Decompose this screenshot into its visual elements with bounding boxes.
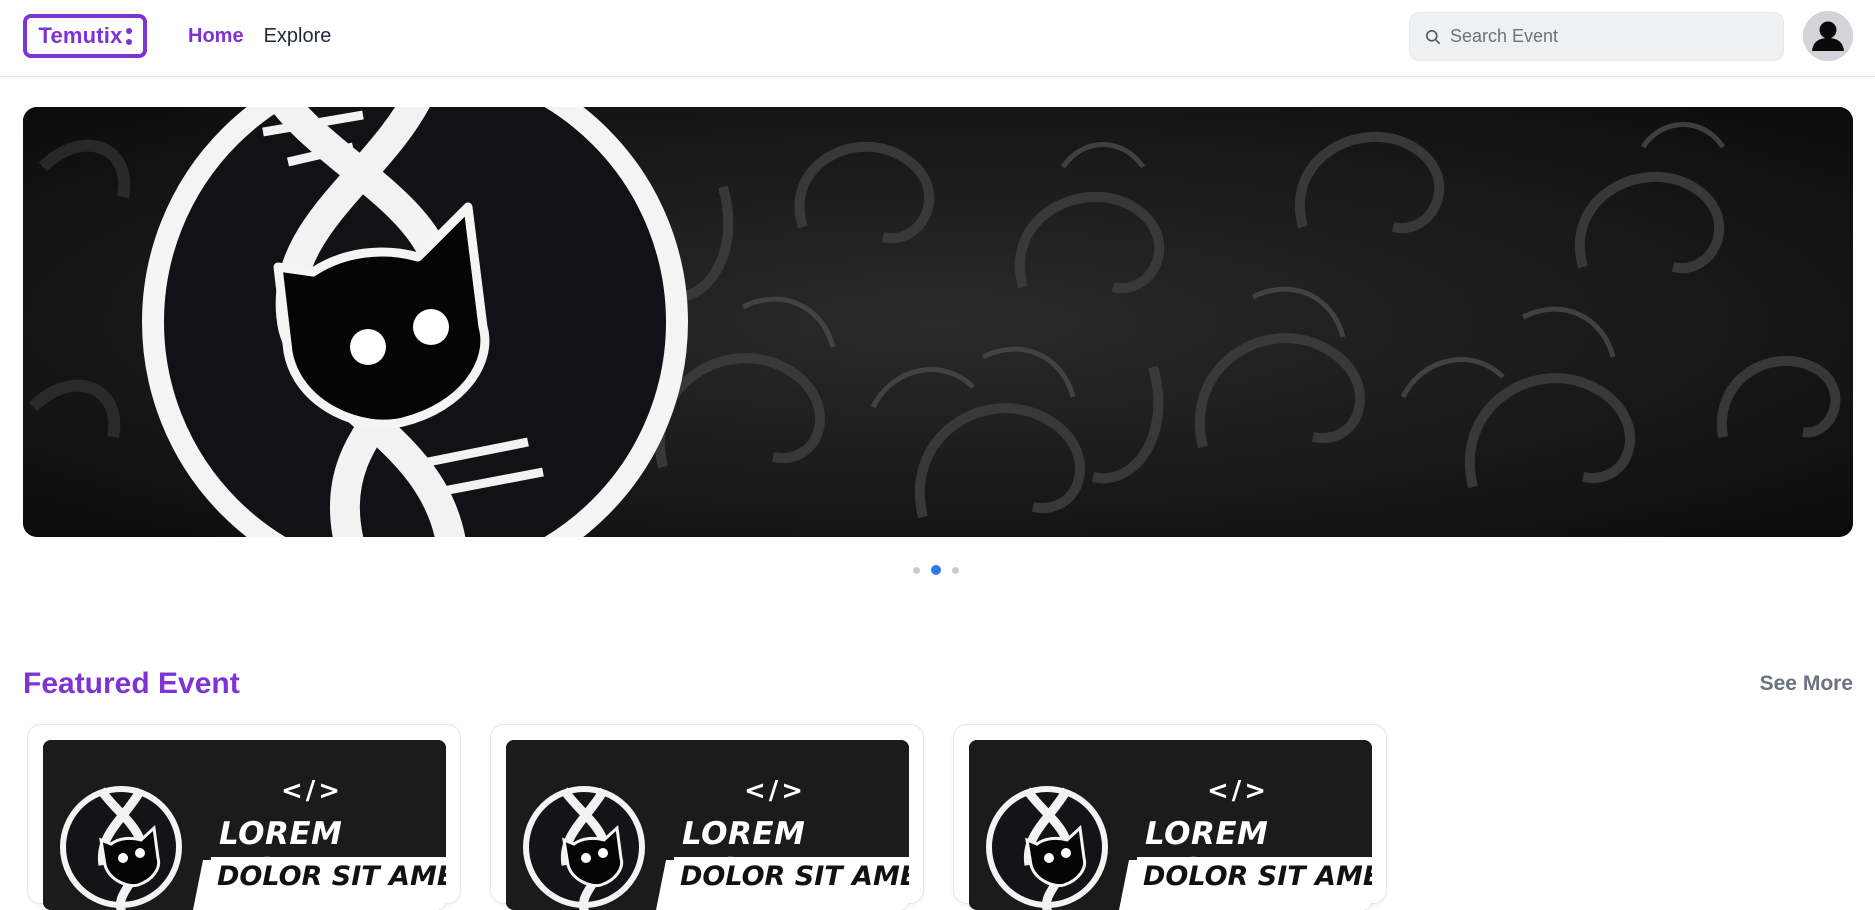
carousel-pagination — [0, 562, 1875, 578]
logo-colon-mark — [125, 27, 132, 45]
poster-title-line2: DOLOR SIT AMET — [1137, 857, 1372, 896]
poster-code-symbol: </> — [281, 776, 344, 806]
carousel-dot-3[interactable] — [952, 566, 959, 574]
event-card[interactable]: </> LOREM IPSUM DOLOR SIT AMET — [27, 724, 461, 910]
user-avatar-button[interactable] — [1803, 11, 1853, 61]
event-poster: </> LOREM IPSUM DOLOR SIT AMET — [43, 740, 446, 910]
event-card[interactable]: </> LOREM IPSUM DOLOR SIT AMET — [490, 724, 924, 910]
poster-title-line2: DOLOR SIT AMET — [211, 857, 446, 896]
poster-code-symbol: </> — [744, 776, 807, 806]
poster-code-symbol: </> — [1207, 776, 1270, 806]
carousel-dot-1[interactable] — [913, 566, 920, 574]
see-more-link[interactable]: See More — [1760, 672, 1853, 696]
search-icon — [1426, 30, 1440, 44]
user-avatar-icon — [1803, 11, 1853, 61]
top-navbar: Temutix Home Explore — [0, 0, 1875, 77]
nav-explore-link[interactable]: Explore — [264, 23, 332, 49]
event-poster: </> LOREM IPSUM DOLOR SIT AMET — [969, 740, 1372, 910]
search-bar[interactable] — [1409, 12, 1784, 61]
search-input[interactable] — [1450, 13, 1770, 60]
event-poster: </> LOREM IPSUM DOLOR SIT AMET — [506, 740, 909, 910]
main-nav: Home Explore — [188, 23, 331, 49]
carousel-dot-2[interactable] — [931, 565, 941, 575]
hero-carousel-slide[interactable] — [23, 107, 1853, 537]
event-card[interactable]: </> LOREM IPSUM DOLOR SIT AMET — [953, 724, 1387, 910]
hero-banner-image — [23, 107, 1853, 537]
logo-text: Temutix — [38, 23, 123, 48]
nav-home-link[interactable]: Home — [188, 23, 244, 49]
poster-title-line2: DOLOR SIT AMET — [674, 857, 909, 896]
temutix-logo[interactable]: Temutix — [23, 14, 147, 58]
featured-event-heading: Featured Event — [23, 667, 240, 700]
